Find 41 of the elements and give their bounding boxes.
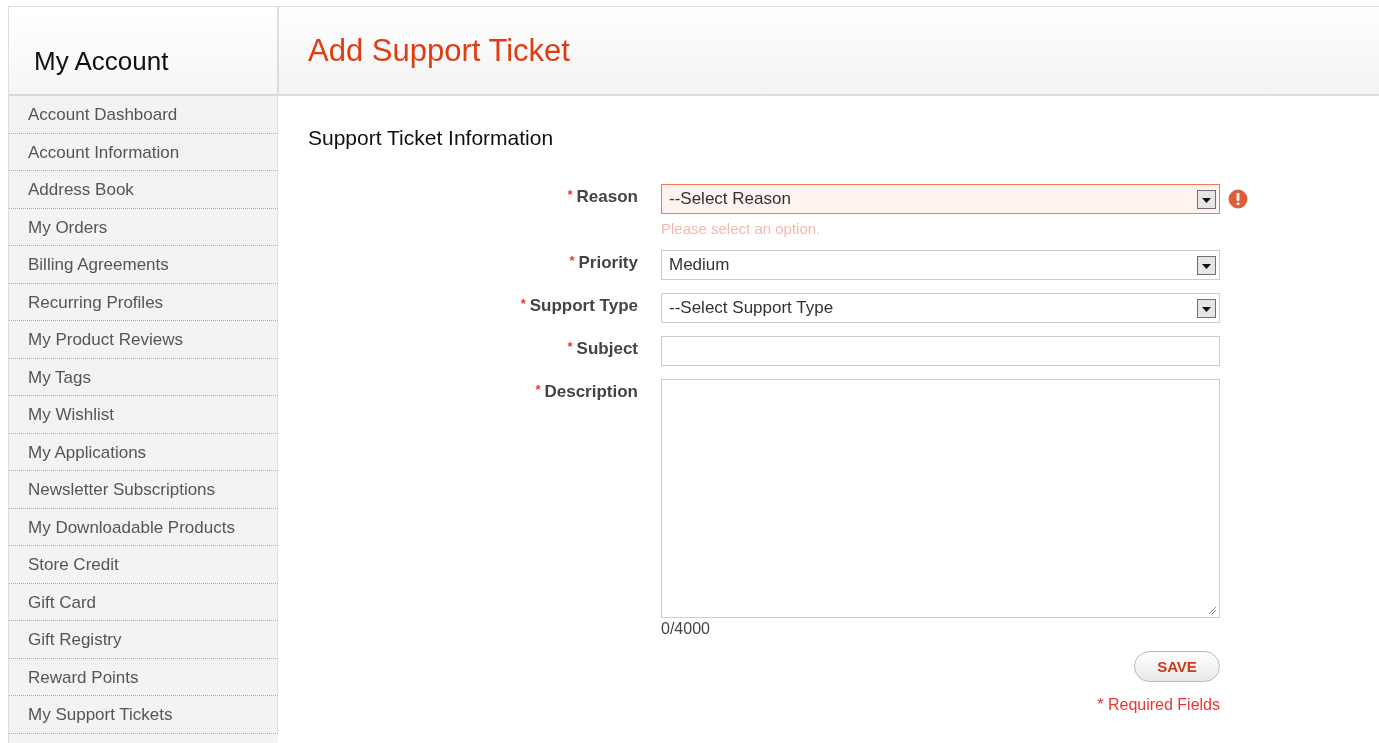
description-textarea[interactable] xyxy=(661,379,1220,618)
sidebar-item[interactable]: Gift Card xyxy=(9,583,278,621)
sidebar-item[interactable]: Address Book xyxy=(9,171,278,209)
field-label: Support Type xyxy=(529,296,638,315)
character-counter: 0/4000 xyxy=(661,620,711,638)
sidebar-item[interactable]: My Tags xyxy=(9,358,278,396)
subject-input[interactable] xyxy=(661,336,1220,366)
select-field[interactable]: --Select Support Type xyxy=(661,293,1220,323)
sidebar-item[interactable]: My Orders xyxy=(9,208,278,246)
required-mark: * xyxy=(535,382,541,397)
sidebar-title: My Account xyxy=(34,46,169,77)
section-title: Support Ticket Information xyxy=(308,126,555,150)
required-mark: * xyxy=(520,296,526,311)
select-field[interactable]: --Select Reason xyxy=(661,184,1220,214)
error-icon xyxy=(1228,189,1248,209)
save-button[interactable]: SAVE xyxy=(1134,651,1220,682)
sidebar-item[interactable]: My Wishlist xyxy=(9,396,278,434)
sidebar-item[interactable]: Newsletter Subscriptions xyxy=(9,471,278,509)
field-label: Priority xyxy=(578,253,638,272)
sidebar-item[interactable]: My Applications xyxy=(9,433,278,471)
sidebar-item[interactable]: Store Credit xyxy=(9,546,278,584)
field-label: Reason xyxy=(576,187,638,206)
sidebar-item[interactable]: Gift Registry xyxy=(9,621,278,659)
sidebar-item[interactable]: Reward Points xyxy=(9,658,278,696)
sidebar-item[interactable]: Account Dashboard xyxy=(9,96,278,134)
required-mark: * xyxy=(567,187,573,202)
sidebar-item[interactable]: Account Information xyxy=(9,133,278,171)
required-mark: * xyxy=(567,339,573,354)
sidebar-item[interactable]: Billing Agreements xyxy=(9,246,278,284)
page-title: Add Support Ticket xyxy=(308,32,570,69)
required-mark: * xyxy=(569,253,575,268)
resize-grip-icon xyxy=(1208,606,1217,615)
sidebar-item[interactable]: My Downloadable Products xyxy=(9,508,278,546)
sidebar-item[interactable]: My Product Reviews xyxy=(9,321,278,359)
sidebar-item[interactable]: Recurring Profiles xyxy=(9,283,278,321)
sidebar-item[interactable]: My Support Tickets xyxy=(9,696,278,734)
required-fields-note: * Required Fields xyxy=(1097,696,1220,714)
error-message: Please select an option. xyxy=(661,220,822,237)
field-label: Subject xyxy=(576,339,638,358)
select-field[interactable]: Medium xyxy=(661,250,1220,280)
field-label: Description xyxy=(544,382,638,401)
